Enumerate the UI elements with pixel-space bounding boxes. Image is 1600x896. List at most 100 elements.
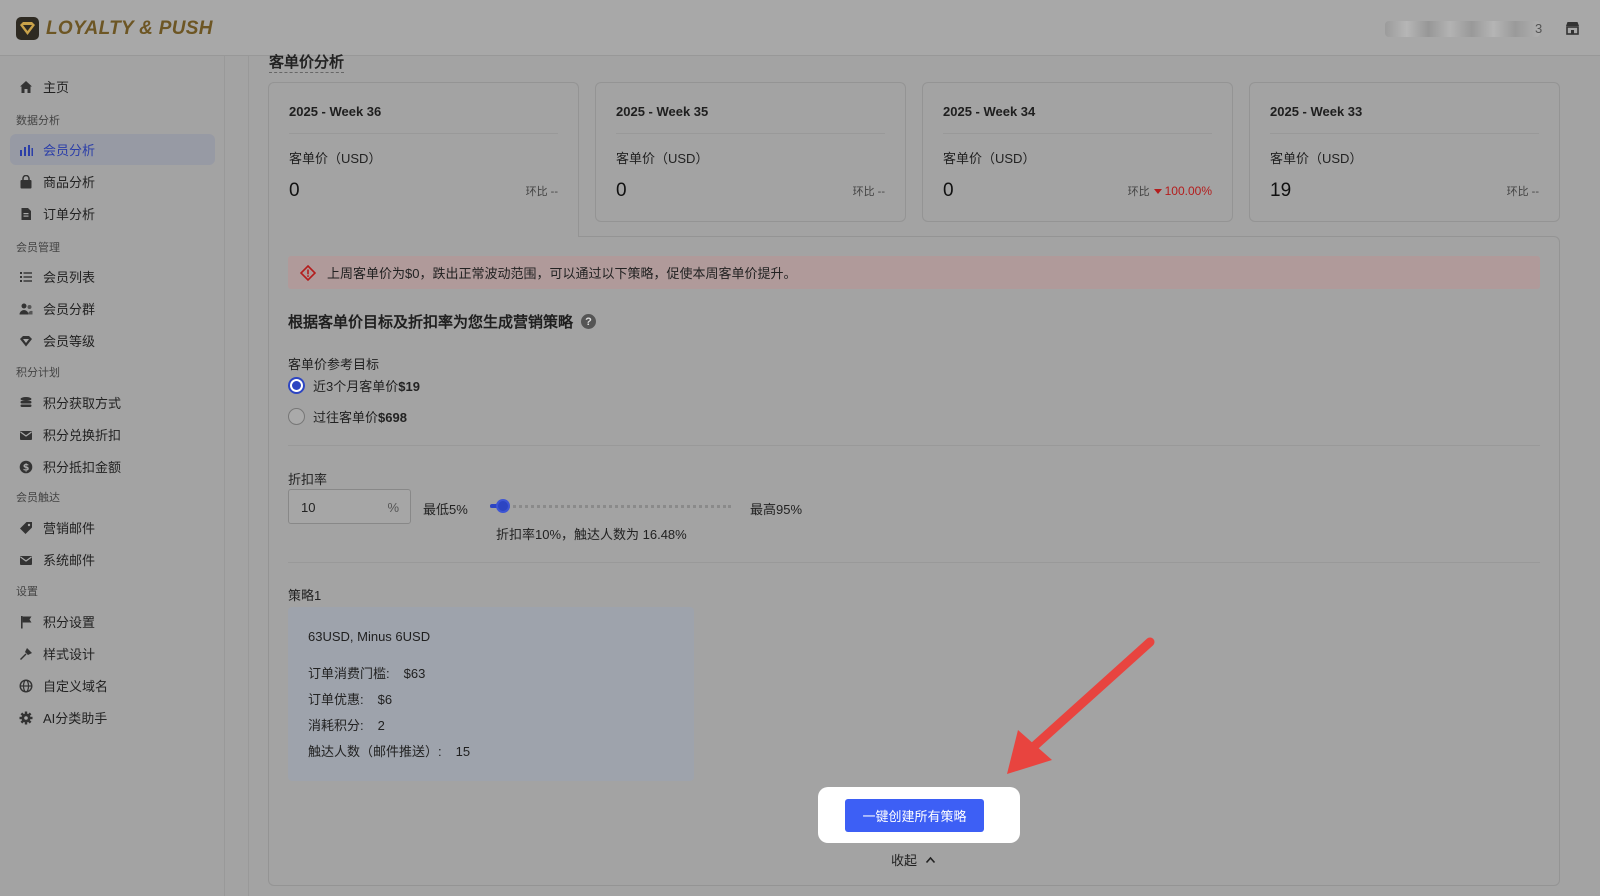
chevron-up-icon <box>925 856 936 864</box>
svg-text:$: $ <box>23 462 30 473</box>
sidebar-section-analytics: 数据分析 <box>16 115 60 127</box>
ratio-label: 环比 <box>1506 186 1529 198</box>
shopping-bag-icon <box>18 174 34 190</box>
metric-label: 客单价（USD） <box>943 151 1036 166</box>
radio-button[interactable] <box>288 408 305 425</box>
strategy-points: 消耗积分: 2 <box>308 718 385 733</box>
sidebar-item-earn-points[interactable]: 积分获取方式 <box>10 387 215 418</box>
metric-value: 0 <box>943 180 954 201</box>
target-label: 客单价参考目标 <box>288 357 380 372</box>
week-card[interactable]: 2025 - Week 34 客单价（USD） 0 环比 100.00% <box>922 82 1233 222</box>
radio-button-selected[interactable] <box>288 377 305 394</box>
create-all-strategies-button[interactable]: 一键创建所有策略 <box>845 799 984 832</box>
home-icon <box>18 79 34 95</box>
week-card[interactable]: 2025 - Week 33 客单价（USD） 19 环比 -- <box>1249 82 1560 222</box>
strategy-discount: 订单优惠: $6 <box>308 692 393 707</box>
slider-max-label: 最高95% <box>750 502 803 517</box>
list-icon <box>18 269 34 285</box>
discount-rate-input[interactable]: 10 % <box>288 489 411 524</box>
sidebar-item-member-segments[interactable]: 会员分群 <box>10 293 215 324</box>
user-account-suffix: 3 <box>1535 21 1543 36</box>
sidebar-item-style-design[interactable]: 样式设计 <box>10 638 215 669</box>
ratio: 环比 -- <box>1507 183 1539 199</box>
target-option-historical[interactable]: 过往客单价$698 <box>288 407 407 426</box>
strategy-heading: 根据客单价目标及折扣率为您生成营销策略 ? <box>288 311 597 332</box>
gear-icon <box>18 710 34 726</box>
collapse-label: 收起 <box>891 853 918 868</box>
strategy-label: 策略1 <box>288 588 322 603</box>
sidebar-item-member-analysis[interactable]: 会员分析 <box>10 134 215 165</box>
discount-slider-track[interactable] <box>490 505 731 508</box>
ratio-value: -- <box>550 186 558 198</box>
metric-value: 0 <box>616 180 627 201</box>
sidebar-item-home[interactable]: 主页 <box>10 71 215 102</box>
percent-unit: % <box>387 500 399 515</box>
collapse-toggle[interactable]: 收起 <box>891 850 936 869</box>
strategy-card: 63USD, Minus 6USD 订单消费门槛: $63 订单优惠: $6 消耗积… <box>288 607 694 781</box>
alert-banner: 上周客单价为$0，跌出正常波动范围，可以通过以下策略，促使本周客单价提升。 <box>288 256 1540 289</box>
sidebar-item-label: 积分设置 <box>43 615 96 630</box>
bar-chart-icon <box>18 142 34 158</box>
metric-label: 客单价（USD） <box>616 151 709 166</box>
discount-label: 折扣率 <box>288 472 328 487</box>
top-bar: LOYALTY & PUSH 3 <box>0 0 1600 56</box>
sidebar-item-label: 主页 <box>43 80 70 95</box>
divider <box>288 562 1540 563</box>
sidebar-item-member-list[interactable]: 会员列表 <box>10 261 215 292</box>
ratio-value: 100.00% <box>1164 184 1212 198</box>
strategy-name: 63USD, Minus 6USD <box>308 629 431 644</box>
week-title: 2025 - Week 34 <box>943 104 1036 119</box>
sidebar-item-custom-domain[interactable]: 自定义域名 <box>10 670 215 701</box>
alert-text: 上周客单价为$0，跌出正常波动范围，可以通过以下策略，促使本周客单价提升。 <box>327 266 797 281</box>
target-option-3-months[interactable]: 近3个月客单价$19 <box>288 376 420 395</box>
envelope-check-icon <box>18 427 34 443</box>
sidebar-item-label: 会员列表 <box>43 270 96 285</box>
sidebar-section-members: 会员管理 <box>16 242 60 254</box>
slider-note: 折扣率10%，触达人数为 16.48% <box>496 527 687 542</box>
sidebar-item-label: 积分获取方式 <box>43 396 122 411</box>
sidebar-item-system-email[interactable]: 系统邮件 <box>10 544 215 575</box>
divider <box>943 133 1212 134</box>
brush-icon <box>18 646 34 662</box>
discount-rate-value: 10 <box>301 500 316 515</box>
ratio-value: -- <box>1531 186 1539 198</box>
week-card[interactable]: 2025 - Week 36 客单价（USD） 0 环比 -- <box>268 82 579 237</box>
metric-label: 客单价（USD） <box>289 151 382 166</box>
divider <box>616 133 885 134</box>
sidebar-item-order-analysis[interactable]: 订单分析 <box>10 198 215 229</box>
user-account-blurred[interactable] <box>1385 21 1540 37</box>
week-card[interactable]: 2025 - Week 35 客单价（USD） 0 环比 -- <box>595 82 906 222</box>
sidebar-section-points: 积分计划 <box>16 367 60 379</box>
sidebar-item-points-settings[interactable]: 积分设置 <box>10 606 215 637</box>
help-icon[interactable]: ? <box>581 314 597 329</box>
sidebar-item-label: 样式设计 <box>43 647 96 662</box>
dollar-circle-icon: $ <box>18 459 34 475</box>
strategy-reach: 触达人数（邮件推送）: 15 <box>308 744 471 759</box>
store-icon[interactable] <box>1565 21 1580 38</box>
sidebar-item-label: 会员等级 <box>43 334 96 349</box>
week-title: 2025 - Week 36 <box>289 104 382 119</box>
mail-icon <box>18 552 34 568</box>
sidebar-item-product-analysis[interactable]: 商品分析 <box>10 166 215 197</box>
sidebar-item-label: 积分抵扣金额 <box>43 460 122 475</box>
sidebar-item-offset-amount[interactable]: $ 积分抵扣金额 <box>10 451 215 482</box>
sidebar-item-label: 自定义域名 <box>43 679 109 694</box>
sidebar-section-reach: 会员触达 <box>16 492 60 504</box>
ratio: 环比 -- <box>526 183 558 199</box>
coin-stack-icon <box>18 395 34 411</box>
sidebar-item-marketing-email[interactable]: 营销邮件 <box>10 512 215 543</box>
caret-down-icon <box>1153 189 1162 194</box>
week-title: 2025 - Week 35 <box>616 104 709 119</box>
week-title: 2025 - Week 33 <box>1270 104 1363 119</box>
warning-icon <box>300 264 316 281</box>
sidebar-item-ai-assistant[interactable]: AI分类助手 <box>10 702 215 733</box>
sidebar-section-settings: 设置 <box>16 586 38 598</box>
sidebar-item-redeem-discount[interactable]: 积分兑换折扣 <box>10 419 215 450</box>
ratio-value: -- <box>877 186 885 198</box>
sidebar-item-label: 营销邮件 <box>43 521 96 536</box>
metric-label: 客单价（USD） <box>1270 151 1363 166</box>
sidebar-item-member-levels[interactable]: 会员等级 <box>10 325 215 356</box>
logo-icon <box>16 17 39 40</box>
metric-value: 19 <box>1270 180 1292 201</box>
sidebar-item-label: 会员分群 <box>43 302 96 317</box>
